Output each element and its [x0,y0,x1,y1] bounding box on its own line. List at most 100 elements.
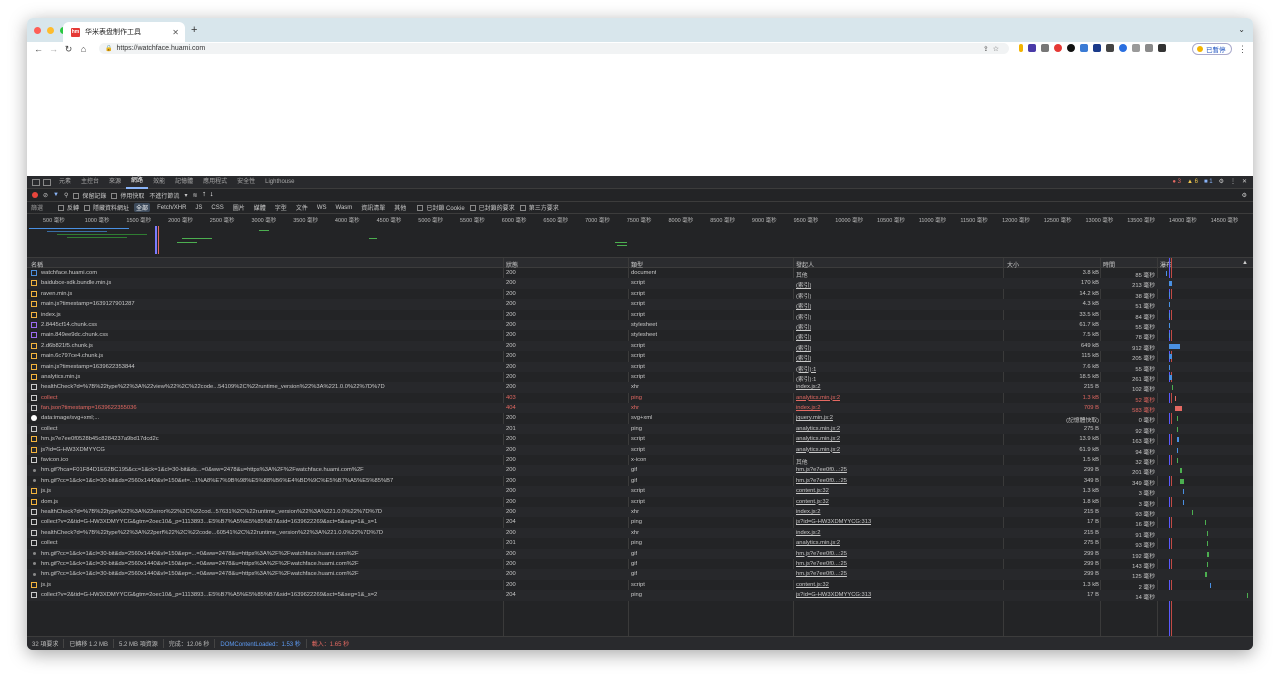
close-tab-icon[interactable]: ✕ [172,28,179,37]
extension-icon[interactable] [1028,44,1036,52]
clear-icon[interactable]: ⊘ [43,192,48,199]
extension-icon[interactable] [1106,44,1114,52]
close-window-button[interactable] [34,27,41,34]
minimize-window-button[interactable] [47,27,54,34]
request-initiator[interactable]: index.js:2 [796,405,821,411]
tab-console[interactable]: 主控台 [76,176,104,188]
network-settings-icon[interactable]: ⚙ [1242,192,1247,199]
table-row[interactable]: index.js 200 script (索引) 33.5 kB 84 毫秒 [27,310,1253,321]
request-initiator[interactable]: analytics.min.js:2 [796,540,840,546]
extension-icon[interactable] [1119,44,1127,52]
filter-type-other[interactable]: 其他 [392,203,408,212]
throttle-select[interactable]: 不進行節流 [149,191,179,200]
disable-cache-checkbox[interactable]: 停用快取 [111,191,144,200]
tab-search-icon[interactable]: ⌄ [1238,25,1245,34]
filter-input[interactable]: 篩選 [31,203,43,212]
tab-lighthouse[interactable]: Lighthouse [260,176,299,188]
filter-type-js[interactable]: JS [193,205,204,211]
extension-icon[interactable] [1080,44,1088,52]
hide-data-urls-checkbox[interactable]: 隱藏資料網址 [84,203,129,212]
table-row[interactable]: main.6c797ce4.chunk.js 200 script (索引) 115 k… [27,351,1253,362]
request-initiator[interactable]: content.js:32 [796,582,829,588]
back-button[interactable]: ← [31,42,46,56]
search-icon[interactable]: ⚲ [64,192,68,199]
filter-type-manifest[interactable]: 資訊清單 [359,203,387,212]
request-initiator[interactable]: analytics.min.js:2 [796,436,840,442]
table-row[interactable]: dom.js 200 script content.js:32 1.8 kB 3 毫秒 [27,497,1253,508]
profile-button[interactable]: 已暫停 [1192,43,1232,55]
home-button[interactable]: ⌂ [76,42,91,56]
device-toolbar-icon[interactable] [43,178,51,186]
filter-icon[interactable]: ▼ [53,192,59,198]
table-row[interactable]: hm.gif?cc=1&ck=1&cl=30-bit&ds=2560x1440&… [27,559,1253,570]
table-row[interactable]: data:image/svg+xml;... 200 svg+xml jquery.m… [27,413,1253,424]
table-row[interactable]: hm.gif?hca=F01F84D1E62BC195&cc=1&ck=1&cl… [27,465,1253,476]
timeline-overview[interactable] [27,224,1253,258]
table-row[interactable]: collect?v=2&tid=G-HW3XDMYYCG&gtm=2oec10&… [27,590,1253,601]
table-row[interactable]: hm.gif?cc=1&ck=1&cl=30-bit&ds=2560x1440&… [27,548,1253,560]
table-row[interactable]: main.849ee9dc.chunk.css 200 stylesheet (索引)… [27,330,1253,341]
table-row[interactable]: 2.d6b821f5.chunk.js 200 script (索引) 649 kB 91… [27,340,1253,352]
table-row[interactable]: analytics.min.js 200 script (索引):1 18.5 kB 26… [27,372,1253,383]
browser-menu-icon[interactable]: ⋮ [1238,42,1247,56]
table-row[interactable]: js.js 200 script content.js:32 1.3 kB 2 毫秒 [27,580,1253,591]
table-row[interactable]: collect 201 ping analytics.min.js:2 275 B 93 … [27,538,1253,549]
upload-icon[interactable]: ⭡ [202,192,205,199]
table-row[interactable]: hm.gif?cc=1&ck=1&cl=30-bit&ds=2560x1440&… [27,569,1253,580]
extension-icon[interactable] [1093,44,1101,52]
table-row[interactable]: raven.min.js 200 script (索引) 14.2 kB 38 毫秒 [27,289,1253,300]
table-row[interactable]: healthCheck?d=%7B%22type%22%3A%22error%2… [27,506,1253,518]
wifi-icon[interactable]: ≋ [192,192,197,199]
table-row[interactable]: collect 201 ping analytics.min.js:2 275 B 92 … [27,423,1253,435]
request-initiator[interactable]: content.js:32 [796,488,829,494]
invert-checkbox[interactable]: 反轉 [58,203,79,212]
table-row[interactable]: favicon.ico 200 x-icon 其他 1.5 kB 32 毫秒 [27,455,1253,466]
extension-icon[interactable] [1132,44,1140,52]
new-tab-button[interactable]: + [191,24,197,36]
tab-elements[interactable]: 元素 [54,176,76,188]
extension-icon[interactable] [1054,44,1062,52]
download-icon[interactable]: ⭣ [210,192,213,199]
tab-application[interactable]: 應用程式 [198,176,232,188]
extension-icon[interactable] [1041,44,1049,52]
filter-type-ws[interactable]: WS [315,205,329,211]
request-initiator[interactable]: index.js:2 [796,509,821,515]
error-count[interactable]: ● 3 [1172,179,1181,185]
request-initiator[interactable]: analytics.min.js:2 [796,426,840,432]
table-row[interactable]: collect?v=2&tid=G-HW3XDMYYCG&gtm=2oec10&… [27,517,1253,528]
close-devtools-icon[interactable]: ✕ [1242,178,1247,185]
table-row[interactable]: watchface.huami.com 200 document 其他 3.8 kB 85… [27,268,1253,279]
table-row[interactable]: js?id=G-HW3XDMYYCG 200 script analytics.min… [27,444,1253,456]
request-initiator[interactable]: index.js:2 [796,530,821,536]
message-count[interactable]: ■ 1 [1204,179,1213,185]
request-initiator[interactable]: hm.js?e7ee0f0...:25 [796,561,847,567]
table-row[interactable]: collect 403 ping analytics.min.js:2 1.3 kB 52… [27,393,1253,404]
table-row[interactable]: healthCheck?d=%7B%22type%22%3A%22view%22… [27,382,1253,393]
tab-sources[interactable]: 來源 [104,176,126,188]
request-initiator[interactable]: hm.js?e7ee0f0...:25 [796,571,847,577]
filter-type-xhr[interactable]: Fetch/XHR [155,205,188,211]
request-initiator[interactable]: content.js:32 [796,499,829,505]
request-initiator[interactable]: hm.js?e7ee0f0...:25 [796,551,847,557]
browser-tab[interactable]: hm 华米表盘制作工具 ✕ [63,22,185,42]
table-row[interactable]: main.js?timestamp=1639127901287 200 script… [27,299,1253,310]
bookmark-star-icon[interactable]: ⇪☆ [983,45,1003,53]
forward-button[interactable]: → [46,42,61,56]
filter-type-img[interactable]: 圖片 [231,203,247,212]
extension-icon[interactable] [1145,44,1153,52]
third-party-checkbox[interactable]: 第三方要求 [519,203,559,212]
request-initiator[interactable]: analytics.min.js:2 [796,447,840,453]
request-initiator[interactable]: jquery.min.js:2 [796,415,833,421]
table-row[interactable]: main.js?timestamp=1639622353844 200 script… [27,361,1253,373]
request-initiator[interactable]: hm.js?e7ee0f0...:25 [796,478,847,484]
filter-type-font[interactable]: 字型 [273,203,289,212]
puzzle-icon[interactable] [1158,44,1166,52]
extension-icon[interactable] [1067,44,1075,52]
filter-type-all[interactable]: 全部 [134,203,151,212]
extension-icon[interactable] [1019,44,1023,52]
tab-performance[interactable]: 效能 [148,176,170,188]
tab-security[interactable]: 安全性 [232,176,260,188]
more-options-icon[interactable]: ⋮ [1230,178,1236,185]
request-initiator[interactable]: index.js:2 [796,384,821,390]
table-row[interactable]: fan.json?timestamp=1639622355036 404 xhr in… [27,403,1253,414]
